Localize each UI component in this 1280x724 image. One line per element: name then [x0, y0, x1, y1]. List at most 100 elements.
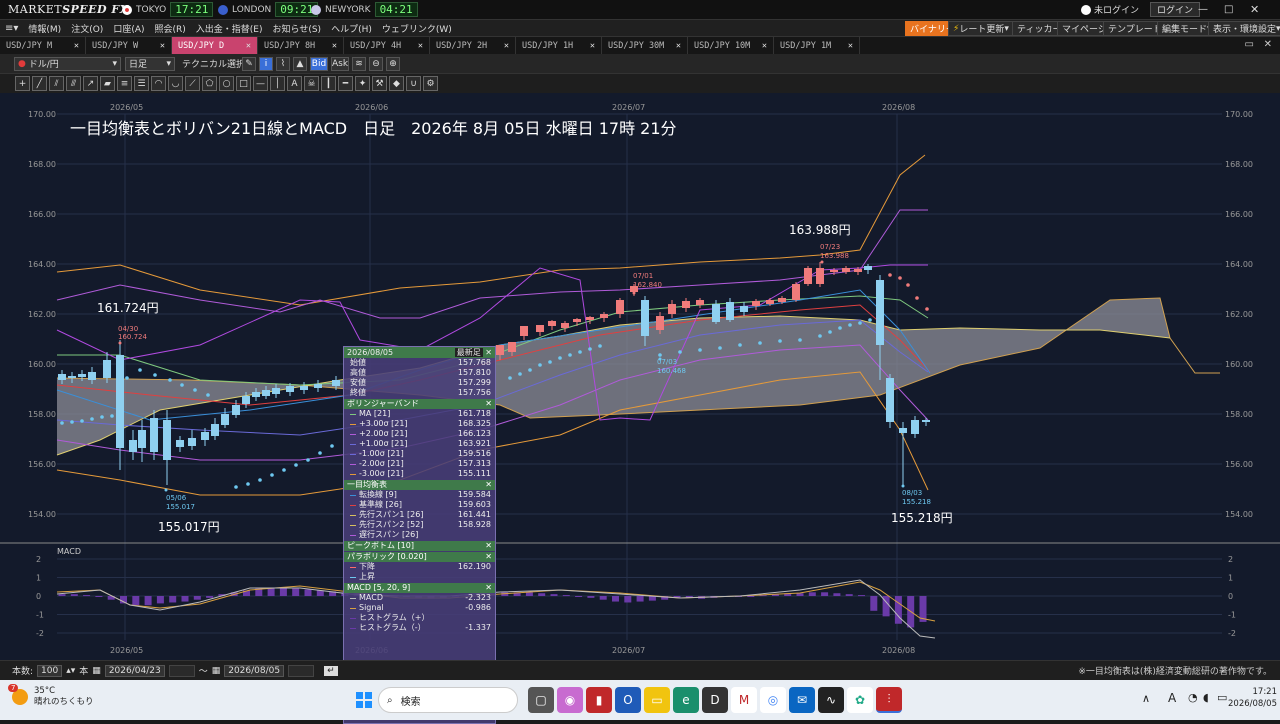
chrome-icon[interactable]: ◎	[760, 687, 786, 713]
menu-inquiry[interactable]: 照会(R)	[150, 22, 191, 35]
wifi-icon[interactable]: ◔	[1188, 691, 1198, 704]
to-time-field[interactable]	[288, 664, 315, 677]
task-view-icon[interactable]: ▢	[528, 687, 554, 713]
settings-icon[interactable]: ⚙	[423, 76, 438, 91]
calendar-icon-2[interactable]: ▦	[212, 666, 221, 676]
from-date-field[interactable]: 2026/04/23	[104, 664, 165, 677]
vertical-marker-icon[interactable]: ┃	[321, 76, 336, 91]
edge-icon[interactable]: e	[673, 687, 699, 713]
eraser-icon[interactable]: ▰	[100, 76, 115, 91]
bid-toggle[interactable]: Bid	[310, 56, 328, 71]
peak-close-icon[interactable]: ✕	[485, 541, 492, 551]
horizontal-lines-icon[interactable]: ≡	[117, 76, 132, 91]
menu-deposit[interactable]: 入出金・指替(E)	[191, 22, 268, 35]
polygon-icon[interactable]: ⬠	[202, 76, 217, 91]
menu-info[interactable]: 情報(M)	[23, 22, 66, 35]
taskbar-clock[interactable]: 17:21 2026/08/05	[1228, 686, 1277, 710]
macd-close-icon[interactable]: ✕	[485, 583, 492, 593]
info-icon[interactable]: i	[259, 56, 273, 71]
area-chart-icon[interactable]: ▲	[293, 56, 307, 71]
menu-order[interactable]: 注文(O)	[66, 22, 108, 35]
maximize-button[interactable]: □	[1218, 2, 1239, 17]
volume-icon[interactable]: ◖	[1203, 691, 1209, 704]
tab-usd-jpy-1m[interactable]: USD/JPY 1M ✕	[774, 37, 860, 54]
circle-icon[interactable]: ○	[219, 76, 234, 91]
rate-update-button[interactable]: ⚡ レート更新 ▾	[948, 21, 1014, 36]
tab-usd-jpy-30m[interactable]: USD/JPY 30M ✕	[602, 37, 688, 54]
tab-usd-jpy-w[interactable]: USD/JPY W ✕	[86, 37, 172, 54]
weather-widget[interactable]: 7 35°C 晴れのちくもり	[8, 684, 94, 708]
explorer-icon[interactable]: ▭	[644, 687, 670, 713]
minimize-button[interactable]: —	[1192, 2, 1214, 17]
period-select[interactable]: 日足 ▾	[125, 56, 175, 71]
to-date-field[interactable]: 2026/08/05	[224, 664, 285, 677]
compare-icon[interactable]: ≋	[352, 56, 366, 71]
technical-select[interactable]: テクニカル選択▾	[179, 57, 250, 71]
trendline-icon[interactable]: ╱	[32, 76, 47, 91]
channel-icon[interactable]: ⫻	[66, 76, 81, 91]
currency-pair-select[interactable]: ● ドル/円 ▾	[14, 56, 121, 71]
count-input[interactable]: 100	[37, 664, 63, 677]
line-chart-icon[interactable]: ⌇	[276, 56, 290, 71]
tab-usd-jpy-1h[interactable]: USD/JPY 1H ✕	[516, 37, 602, 54]
price-chart-svg[interactable]: 2026/05 2026/06 2026/07 2026/08 2026/05 2026…	[0, 93, 1280, 660]
copilot-icon[interactable]: ◉	[557, 687, 583, 713]
ichimoku-close-icon[interactable]: ✕	[485, 480, 492, 490]
horizontal-marker-icon[interactable]: ━	[338, 76, 353, 91]
mcafee-icon[interactable]: M	[731, 687, 757, 713]
menu-news[interactable]: お知らせ(S)	[268, 22, 327, 35]
tab-close-icon[interactable]: ✕	[418, 41, 423, 51]
tab-usd-jpy-8h[interactable]: USD/JPY 8H ✕	[258, 37, 344, 54]
rectangle-icon[interactable]: □	[236, 76, 251, 91]
tab-close-icon[interactable]: ✕	[762, 41, 767, 51]
draw-pen-icon[interactable]: ✎	[242, 56, 256, 71]
crosshair-icon[interactable]: +	[15, 76, 30, 91]
ask-toggle[interactable]: Ask	[331, 56, 349, 71]
menu-help[interactable]: ヘルプ(H)	[326, 22, 377, 35]
zoom-out-icon[interactable]: ⊖	[369, 56, 383, 71]
delete-icon[interactable]: ☠	[304, 76, 319, 91]
wrench-icon[interactable]: ⚒	[372, 76, 387, 91]
tray-chevron-icon[interactable]: ∧	[1142, 692, 1150, 705]
tab-close-icon[interactable]: ✕	[590, 41, 595, 51]
tab-usd-jpy-10m[interactable]: USD/JPY 10M ✕	[688, 37, 774, 54]
bucket-icon[interactable]: ◆	[389, 76, 404, 91]
tab-close-icon[interactable]: ✕	[332, 41, 337, 51]
vline-icon[interactable]: │	[270, 76, 285, 91]
start-button[interactable]	[352, 688, 376, 712]
tab-close-icon[interactable]: ✕	[504, 41, 509, 51]
taskbar-search[interactable]: ⌕ 検索	[378, 687, 518, 713]
magnet-icon[interactable]: ∪	[406, 76, 421, 91]
text-icon[interactable]: A	[287, 76, 302, 91]
mail-icon[interactable]: ✉	[789, 687, 815, 713]
ime-indicator[interactable]: A	[1168, 691, 1176, 705]
tab-usd-jpy-2h[interactable]: USD/JPY 2H ✕	[430, 37, 516, 54]
menu-weblink[interactable]: ウェブリンク(W)	[377, 22, 457, 35]
legend-mode[interactable]: 最新足	[454, 348, 483, 357]
ray-icon[interactable]: ↗	[83, 76, 98, 91]
parallel-line-icon[interactable]: ⫽	[49, 76, 64, 91]
legend-close-icon[interactable]: ✕	[485, 348, 492, 357]
trading-app-icon[interactable]: ∿	[818, 687, 844, 713]
tool-icon[interactable]: ✦	[355, 76, 370, 91]
tab-close-icon[interactable]: ✕	[246, 41, 251, 51]
colorful-app-icon[interactable]: ✿	[847, 687, 873, 713]
close-window-button[interactable]: ✕	[1244, 2, 1265, 17]
close-chart-icon[interactable]: ✕	[1264, 39, 1272, 50]
apply-range-icon[interactable]: ↵	[324, 665, 338, 676]
marketspeed-taskbar-icon[interactable]: ⫶	[876, 687, 902, 713]
fan-icon[interactable]: ◠	[151, 76, 166, 91]
from-time-field[interactable]	[168, 664, 195, 677]
display-settings-button[interactable]: 表示・環境設定 ▾	[1208, 21, 1280, 36]
chart-area[interactable]: 2026/05 2026/06 2026/07 2026/08 2026/05 2026…	[0, 93, 1280, 724]
battery-icon[interactable]: ▭	[1217, 691, 1227, 704]
dell-icon[interactable]: D	[702, 687, 728, 713]
count-stepper-icon[interactable]: ▴▾	[66, 666, 75, 676]
tab-usd-jpy-d[interactable]: USD/JPY D ✕	[172, 37, 258, 54]
menu-account[interactable]: 口座(A)	[108, 22, 149, 35]
bollinger-close-icon[interactable]: ✕	[485, 399, 492, 409]
tab-close-icon[interactable]: ✕	[160, 41, 165, 51]
zoom-in-icon[interactable]: ⊕	[386, 56, 400, 71]
calendar-icon[interactable]: ▦	[92, 666, 101, 676]
fibonacci-icon[interactable]: ☰	[134, 76, 149, 91]
